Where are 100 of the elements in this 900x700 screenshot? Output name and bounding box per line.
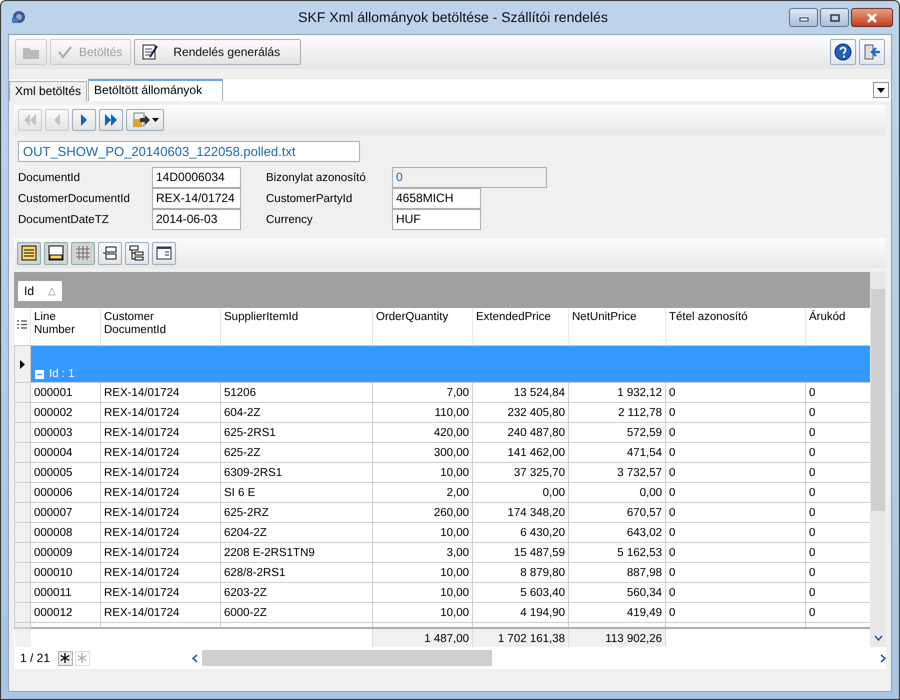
table-cell: 110,00 xyxy=(372,402,472,422)
table-cell: REX-14/01724 xyxy=(100,382,220,402)
table-cell: 471,54 xyxy=(568,442,666,462)
text-field[interactable]: HUF xyxy=(392,209,481,230)
help-button[interactable] xyxy=(830,39,856,65)
caret-icon xyxy=(152,118,158,122)
view-toggle-button[interactable] xyxy=(17,242,41,264)
view-toggle-button[interactable] xyxy=(152,242,176,264)
horizontal-scrollbar[interactable] xyxy=(192,650,886,666)
field-label: Bizonylat azonosító xyxy=(265,172,366,184)
maximize-icon xyxy=(830,14,840,22)
table-cell: 000004 xyxy=(30,442,100,462)
table-cell: 8 879,80 xyxy=(472,562,568,582)
table-cell: 000011 xyxy=(30,582,100,602)
minimize-button[interactable] xyxy=(789,8,818,27)
dropdown-button[interactable] xyxy=(873,82,889,98)
text-field[interactable]: REX-14/01724 xyxy=(152,188,241,209)
text-field[interactable]: 2014-06-03 xyxy=(152,209,241,230)
table-cell: 51206 xyxy=(220,382,372,402)
next-record-button[interactable] xyxy=(72,109,96,131)
total-cell: 1 702 161,38 xyxy=(472,628,568,647)
table-cell: 0,00 xyxy=(568,482,666,502)
table-cell: 0 xyxy=(666,602,806,622)
table-cell: REX-14/01724 xyxy=(100,482,220,502)
arrow-left-icon xyxy=(52,114,62,126)
double-arrow-left-icon xyxy=(23,114,37,126)
table-cell: 0 xyxy=(666,382,806,402)
table-cell: 625-2RZ xyxy=(220,502,372,522)
table-cell: REX-14/01724 xyxy=(100,402,220,422)
check-icon xyxy=(57,45,73,59)
table-cell: 420,00 xyxy=(372,422,472,442)
table-cell: 6 430,20 xyxy=(472,522,568,542)
table-cell: 5 162,53 xyxy=(568,542,666,562)
table-cell: 000003 xyxy=(30,422,100,442)
exit-button[interactable] xyxy=(859,39,885,65)
field-label: CustomerDocumentId xyxy=(18,192,130,204)
file-name-field[interactable]: OUT_SHOW_PO_20140603_122058.polled.txt xyxy=(18,141,360,162)
table-cell: 10,00 xyxy=(372,462,472,482)
table-cell: 0 xyxy=(666,502,806,522)
table-cell: 6204-2Z xyxy=(220,522,372,542)
group-panel-icon xyxy=(102,245,118,261)
table-cell: 0 xyxy=(666,422,806,442)
table-cell: 174 348,20 xyxy=(472,502,568,522)
table-cell: 625-2RS1 xyxy=(220,422,372,442)
table-cell: 604-2Z xyxy=(220,402,372,422)
scroll-down-icon xyxy=(874,635,882,641)
export-button[interactable] xyxy=(126,109,164,131)
table-cell: 625-2Z xyxy=(220,442,372,462)
generate-order-button[interactable]: Rendelés generálás xyxy=(134,39,302,65)
view-toggle-button[interactable] xyxy=(125,242,149,264)
table-cell: 10,00 xyxy=(372,522,472,542)
text-field[interactable]: 4658MICH xyxy=(392,188,481,209)
view-toggle-button[interactable] xyxy=(44,242,68,264)
table-cell: 4 194,90 xyxy=(472,602,568,622)
scroll-left-icon xyxy=(192,654,198,662)
view-toggle-button[interactable] xyxy=(98,242,122,264)
list-icon xyxy=(16,320,26,329)
footer-view-icon xyxy=(48,245,64,261)
table-cell: 0 xyxy=(666,462,806,482)
arrow-right-icon xyxy=(79,114,89,126)
asterisk-icon xyxy=(77,653,88,663)
table-cell: 670,57 xyxy=(568,502,666,522)
group-by-chip[interactable]: Id △ xyxy=(18,281,62,301)
caret-icon xyxy=(877,88,885,92)
table-cell: 0 xyxy=(666,582,806,602)
table-cell: 300,00 xyxy=(372,442,472,462)
table-cell: 3,00 xyxy=(372,542,472,562)
table-cell: 560,34 xyxy=(568,582,666,602)
tab[interactable]: Betöltött állományok xyxy=(88,79,224,101)
asterisk-icon xyxy=(60,653,70,663)
text-field[interactable]: 14D0006034 xyxy=(152,167,241,188)
table-cell: 000001 xyxy=(30,382,100,402)
add-record-button[interactable] xyxy=(58,650,73,666)
table-cell: 15 487,59 xyxy=(472,542,568,562)
view-toggle-button[interactable] xyxy=(71,242,95,264)
window-title: SKF Xml állományok betöltése - Szállítói rendelés xyxy=(297,9,609,25)
table-cell: 0 xyxy=(666,522,806,542)
vertical-scrollbar[interactable] xyxy=(870,272,886,647)
table-cell: 6000-2Z xyxy=(220,602,372,622)
table-cell: 2 112,78 xyxy=(568,402,666,422)
tab[interactable]: Xml betöltés xyxy=(9,81,88,101)
total-cell: 1 487,00 xyxy=(372,628,472,647)
maximize-button[interactable] xyxy=(820,8,849,27)
field-label: Currency xyxy=(265,214,313,226)
table-cell: 000007 xyxy=(30,502,100,522)
table-cell: 232 405,80 xyxy=(472,402,568,422)
table-cell: 2208 E-2RS1TN9 xyxy=(220,542,372,562)
table-cell: 000010 xyxy=(30,562,100,582)
table-cell: 141 462,00 xyxy=(472,442,568,462)
table-cell: 0 xyxy=(666,542,806,562)
table-cell: 37 325,70 xyxy=(472,462,568,482)
close-icon xyxy=(866,12,878,22)
table-cell: 0 xyxy=(666,482,806,502)
card-view-icon xyxy=(156,245,172,261)
close-button[interactable] xyxy=(851,8,893,27)
table-cell: REX-14/01724 xyxy=(100,442,220,462)
last-record-button[interactable] xyxy=(99,109,123,131)
field-label: DocumentId xyxy=(18,172,80,184)
row-pointer-icon xyxy=(20,360,25,368)
grid-icon xyxy=(75,245,91,261)
